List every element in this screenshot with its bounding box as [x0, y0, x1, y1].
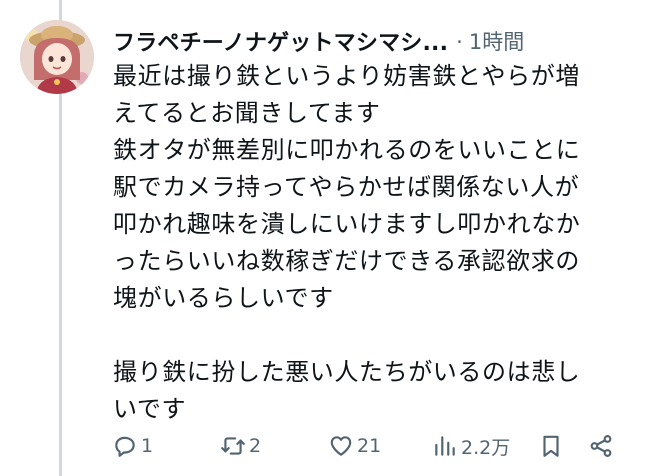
action-bar: 1 2 21 2.2万 — [112, 428, 628, 464]
tweet-line: 鉄オタが無差別に叩かれるのをいいことに — [113, 136, 581, 164]
tweet-line: 駅でカメラ持ってやらかせば関係ない人が — [113, 173, 580, 201]
retweet-button[interactable]: 2 — [220, 428, 261, 464]
share-icon — [590, 435, 612, 457]
tweet-line: ったらいいね数稼ぎだけできる承認欲求の — [113, 247, 580, 275]
tweet-line: 最近は撮り鉄というより妨害鉄とやらが増 — [113, 62, 580, 90]
separator-dot: · — [456, 30, 463, 54]
views-icon — [435, 436, 455, 456]
retweet-icon — [221, 437, 245, 455]
view-count: 2.2万 — [461, 436, 511, 459]
like-count: 21 — [357, 435, 382, 457]
reply-button[interactable]: 1 — [112, 428, 153, 464]
tweet-text: 最近は撮り鉄というより妨害鉄とやらが増 えてるとお聞きしてます 鉄オタが無差別に… — [113, 58, 638, 428]
avatar[interactable] — [20, 20, 94, 94]
tweet-line: いです — [113, 395, 187, 423]
bookmark-button[interactable] — [538, 428, 564, 464]
tweet-line: 叩かれ趣味を潰しにいけますし叩かれなか — [113, 210, 581, 238]
reply-icon — [115, 436, 135, 457]
reply-count: 1 — [141, 435, 154, 457]
tweet-line: 撮り鉄に扮した悪い人たちがいるのは悲し — [113, 358, 581, 386]
avatar-image — [20, 20, 94, 94]
tweet-meta: · 1時間 — [456, 26, 524, 56]
bookmark-icon — [543, 435, 559, 457]
tweet-line: 塊がいるらしいです — [113, 284, 334, 312]
display-name[interactable]: フラペチーノナゲットマシマシ... — [113, 25, 448, 57]
retweet-count: 2 — [249, 435, 262, 457]
tweet-header: フラペチーノナゲットマシマシ... · 1時間 — [113, 21, 633, 61]
views-button[interactable]: 2.2万 — [432, 428, 510, 464]
timestamp[interactable]: 1時間 — [469, 30, 524, 54]
like-button[interactable]: 21 — [328, 428, 381, 464]
share-button[interactable] — [588, 428, 614, 464]
tweet-line: えてるとお聞きしてます — [113, 99, 381, 127]
heart-icon — [330, 436, 352, 456]
